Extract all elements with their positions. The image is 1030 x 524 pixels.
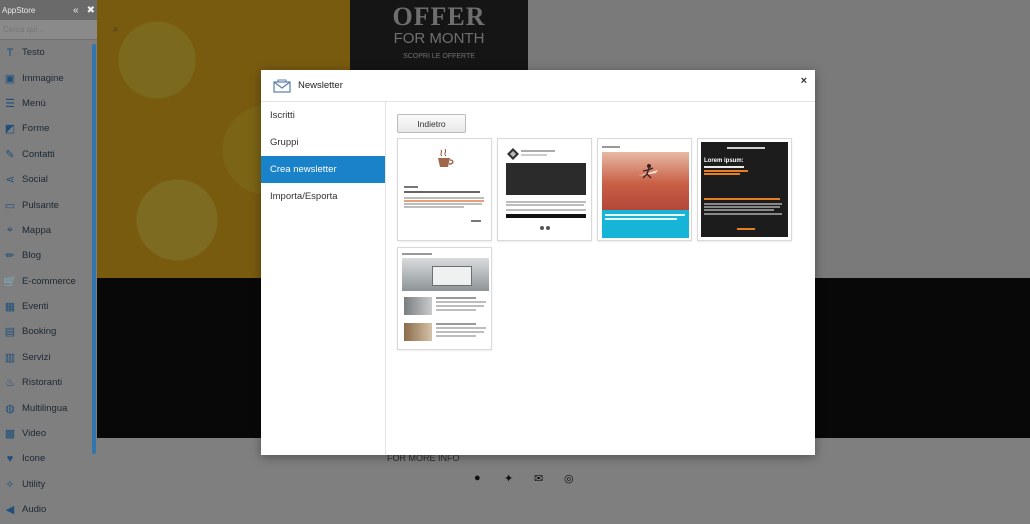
button-icon: ▭ bbox=[4, 199, 16, 212]
sidebar-scrollbar[interactable] bbox=[92, 44, 96, 454]
sidebar-item-label: Testo bbox=[22, 47, 45, 59]
template-surfer[interactable] bbox=[597, 138, 692, 241]
template-preview bbox=[501, 142, 588, 237]
sidebar-item-forme[interactable]: ◩ Forme bbox=[0, 116, 97, 141]
envelope-icon bbox=[273, 79, 291, 93]
logo-icon bbox=[507, 148, 519, 160]
sidebar-item-blog[interactable]: ✏ Blog bbox=[0, 243, 97, 268]
sidebar-items: T Testo ▣ Immagine ☰ Menù ◩ Forme ✎ Contatti ⋖ Soci… bbox=[0, 40, 97, 522]
booking-icon: ▤ bbox=[4, 326, 16, 339]
restaurant-icon: ♨ bbox=[5, 377, 15, 390]
shapes-icon: ◩ bbox=[4, 123, 16, 136]
search-input[interactable] bbox=[0, 25, 113, 34]
sidebar-item-label: Mappa bbox=[22, 224, 52, 236]
template-interior[interactable] bbox=[397, 247, 492, 350]
sidebar-item-video[interactable]: ▩ Video bbox=[0, 421, 97, 446]
coffee-cup-icon bbox=[438, 148, 454, 167]
modal-close-button[interactable]: × bbox=[801, 75, 807, 87]
map-pin-icon: ⌖ bbox=[6, 223, 14, 236]
text-icon: T bbox=[6, 46, 14, 59]
modal-body: Indietro Lorem ipsum: bbox=[386, 102, 815, 455]
sidebar-item-testo[interactable]: T Testo bbox=[0, 40, 97, 65]
image-icon: ▣ bbox=[4, 72, 16, 85]
modal-header: Newsletter bbox=[261, 70, 815, 102]
clock-image bbox=[506, 163, 586, 195]
sidebar-item-label: Blog bbox=[22, 250, 42, 262]
sidebar-item-label: Eventi bbox=[22, 301, 49, 313]
template-coffee[interactable] bbox=[397, 138, 492, 241]
sidebar-item-label: Social bbox=[22, 174, 48, 186]
sidebar-item-label: Menù bbox=[22, 97, 46, 109]
sidebar-item-icone[interactable]: ♥ Icone bbox=[0, 446, 97, 471]
template-preview: Lorem ipsum: bbox=[701, 142, 788, 237]
sidebar-item-contatti[interactable]: ✎ Contatti bbox=[0, 142, 97, 167]
cart-icon: 🛒 bbox=[3, 275, 17, 288]
template-preview bbox=[401, 142, 488, 237]
sidebar-item-label: Multilingua bbox=[22, 402, 68, 414]
contacts-icon: ✎ bbox=[5, 148, 15, 161]
sidebar-item-label: Immagine bbox=[22, 72, 64, 84]
modal-title: Newsletter bbox=[298, 80, 343, 91]
sidebar-item-label: Contatti bbox=[22, 148, 55, 160]
search-icon[interactable]: ⌕ bbox=[113, 24, 119, 35]
menu-icon: ☰ bbox=[5, 97, 15, 110]
globe-icon: ◍ bbox=[5, 402, 15, 415]
heart-icon: ♥ bbox=[6, 452, 14, 465]
sidebar-item-mappa[interactable]: ⌖ Mappa bbox=[0, 218, 97, 243]
close-icon[interactable]: ✖ bbox=[87, 5, 95, 16]
sidebar-item-label: Utility bbox=[22, 478, 46, 490]
sidebar-item-utility[interactable]: ✧ Utility bbox=[0, 472, 97, 497]
sidebar-item-e-commerce[interactable]: 🛒 E-commerce bbox=[0, 269, 97, 294]
sidebar-item-label: Ristoranti bbox=[22, 377, 63, 389]
template-heading: Lorem ipsum: bbox=[704, 158, 744, 164]
sidebar-item-ristoranti[interactable]: ♨ Ristoranti bbox=[0, 370, 97, 395]
calendar-icon: ▦ bbox=[4, 301, 16, 314]
film-icon: ▩ bbox=[4, 428, 16, 441]
sidebar-item-label: Video bbox=[22, 428, 47, 440]
collapse-icon[interactable]: « bbox=[73, 5, 79, 16]
sidebar-item-label: Pulsante bbox=[22, 199, 59, 211]
pencil-icon: ✏ bbox=[5, 250, 15, 263]
template-clock[interactable] bbox=[497, 138, 592, 241]
template-dark[interactable]: Lorem ipsum: bbox=[697, 138, 792, 241]
surfer-figure-icon bbox=[638, 164, 658, 179]
speaker-icon: ◀ bbox=[5, 504, 15, 517]
sidebar-item-multilingua[interactable]: ◍ Multilingua bbox=[0, 395, 97, 420]
sidebar-item-label: Servizi bbox=[22, 351, 51, 363]
template-preview bbox=[401, 251, 489, 346]
newsletter-modal: Newsletter × Iscritti Gruppi Crea newslett… bbox=[261, 70, 815, 455]
sidebar-header: AppStore « ✖ bbox=[0, 0, 97, 20]
sidebar-item-label: Booking bbox=[22, 326, 57, 338]
sidebar-title: AppStore bbox=[2, 5, 36, 15]
sidebar-item-booking[interactable]: ▤ Booking bbox=[0, 319, 97, 344]
sidebar-item-label: Forme bbox=[22, 123, 50, 135]
sidebar-item-servizi[interactable]: ▥ Servizi bbox=[0, 345, 97, 370]
sidebar-item-men[interactable]: ☰ Menù bbox=[0, 91, 97, 116]
modal-nav: Iscritti Gruppi Crea newsletter Importa/Esp… bbox=[261, 102, 386, 455]
sidebar-item-audio[interactable]: ◀ Audio bbox=[0, 497, 97, 522]
wrench-icon: ✧ bbox=[5, 478, 15, 491]
appstore-sidebar: AppStore « ✖ ⌕ T Testo ▣ Immagine ☰ Menù ◩ Form… bbox=[0, 0, 119, 524]
sidebar-item-social[interactable]: ⋖ Social bbox=[0, 167, 97, 192]
sidebar-item-label: Icone bbox=[22, 453, 46, 465]
surfer-image bbox=[602, 152, 689, 210]
nav-item-iscritti[interactable]: Iscritti bbox=[261, 102, 385, 129]
nav-item-gruppi[interactable]: Gruppi bbox=[261, 129, 385, 156]
interior-image bbox=[402, 258, 489, 291]
sidebar-search: ⌕ bbox=[0, 20, 119, 40]
sidebar-item-label: E-commerce bbox=[22, 275, 76, 287]
template-preview bbox=[601, 142, 689, 238]
sidebar-item-eventi[interactable]: ▦ Eventi bbox=[0, 294, 97, 319]
services-icon: ▥ bbox=[4, 351, 16, 364]
back-button[interactable]: Indietro bbox=[397, 114, 466, 133]
nav-item-importa-esporta[interactable]: Importa/Esporta bbox=[261, 183, 385, 210]
share-icon: ⋖ bbox=[5, 174, 15, 187]
sidebar-item-label: Audio bbox=[22, 504, 47, 516]
nav-item-crea-newsletter[interactable]: Crea newsletter bbox=[261, 156, 385, 183]
sidebar-item-pulsante[interactable]: ▭ Pulsante bbox=[0, 192, 97, 217]
sidebar-item-immagine[interactable]: ▣ Immagine bbox=[0, 65, 97, 90]
